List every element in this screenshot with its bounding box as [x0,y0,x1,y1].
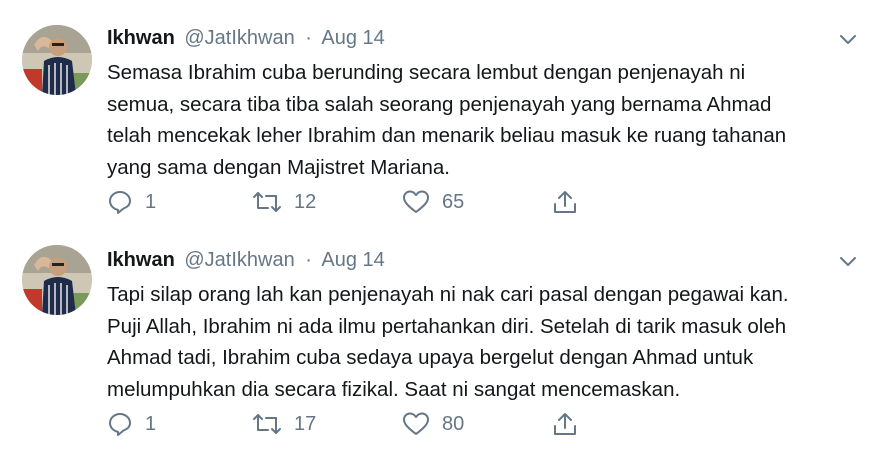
like-button[interactable]: 80 [402,408,464,440]
heart-icon [403,412,429,435]
chevron-down-icon[interactable] [837,28,859,50]
tweet-header: Ikhwan @JatIkhwan · Aug 14 [107,246,859,274]
tweet-date[interactable]: Aug 14 [321,249,384,271]
retweet-button[interactable]: 17 [252,408,316,440]
avatar[interactable] [22,245,92,315]
reply-count: 1 [145,412,157,435]
reply-button[interactable]: 1 [107,186,156,218]
share-icon [554,413,576,435]
chevron-down-icon[interactable] [837,250,859,272]
reply-icon [109,191,131,214]
tweet-actions: 1 17 80 [107,408,607,440]
avatar[interactable] [22,25,92,95]
tweet-text: Semasa Ibrahim cuba berunding secara lem… [107,61,787,179]
tweet-text: Tapi silap orang lah kan penjenayah ni n… [107,283,789,401]
like-count: 80 [442,412,465,435]
tweet-header: Ikhwan @JatIkhwan · Aug 14 [107,24,859,52]
share-button[interactable] [552,408,578,440]
tweet[interactable]: Ikhwan @JatIkhwan · Aug 14 Semasa Ibrahi… [0,0,887,222]
retweet-icon [253,192,281,212]
retweet-count: 12 [294,190,317,213]
author-name[interactable]: Ikhwan [107,249,175,271]
tweet-actions: 1 12 65 [107,186,607,218]
retweet-count: 17 [294,412,317,435]
share-icon [554,191,576,213]
separator-dot: · [305,27,312,49]
author-handle[interactable]: @JatIkhwan [184,27,294,49]
retweet-button[interactable]: 12 [252,186,316,218]
tweet[interactable]: Ikhwan @JatIkhwan · Aug 14 Tapi silap or… [0,222,887,460]
retweet-icon [253,414,281,434]
share-button[interactable] [552,186,578,218]
tweet-date[interactable]: Aug 14 [321,27,384,49]
reply-count: 1 [145,190,157,213]
separator-dot: · [305,249,312,271]
author-handle[interactable]: @JatIkhwan [184,249,294,271]
heart-icon [403,190,429,213]
author-name[interactable]: Ikhwan [107,27,175,49]
reply-icon [109,413,131,436]
reply-button[interactable]: 1 [107,408,156,440]
like-count: 65 [442,190,465,213]
like-button[interactable]: 65 [402,186,464,218]
